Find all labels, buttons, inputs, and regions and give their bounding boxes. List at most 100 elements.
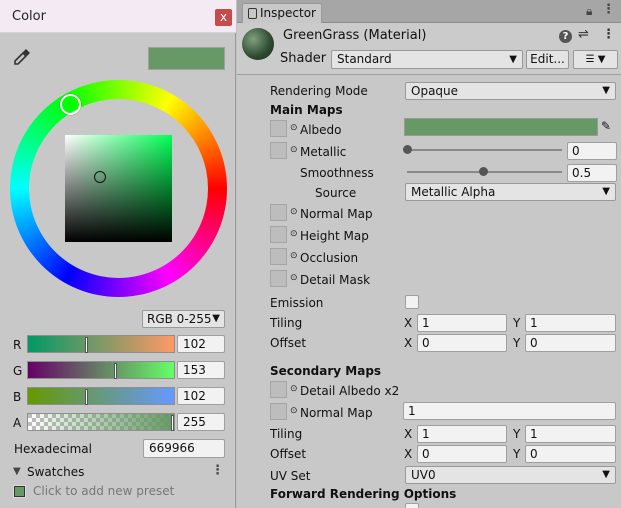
object-picker-icon[interactable]: ⊙ [290, 207, 298, 217]
hue-wheel[interactable] [10, 80, 227, 297]
rendering-mode-dropdown[interactable]: Opaque ▼ [405, 82, 616, 100]
secondary-offset-y-field[interactable]: 0 [525, 445, 616, 463]
object-picker-icon[interactable]: ⊙ [290, 384, 298, 394]
shader-menu-button[interactable]: ☰ ▼ [573, 50, 618, 69]
inspector-window: Inspector 🔒︎ ⋮ GreenGrass (Material) ? ⇌… [237, 0, 621, 508]
albedo-texture-slot[interactable] [270, 120, 287, 137]
channel-b-knob[interactable] [85, 389, 88, 405]
tiling-x-field[interactable]: 1 [417, 314, 507, 332]
object-picker-icon[interactable]: ⊙ [290, 251, 298, 261]
saturation-value-square[interactable] [65, 135, 172, 242]
metallic-slider-thumb[interactable] [403, 145, 412, 154]
menu-dots-icon[interactable]: ⋮ [211, 463, 224, 478]
tiling-label: Tiling [270, 316, 303, 330]
secondary-tiling-y-field[interactable]: 1 [525, 425, 616, 443]
forward-option-checkbox[interactable] [405, 503, 419, 508]
object-picker-icon[interactable]: ⊙ [290, 273, 298, 283]
secondary-normal-texture-slot[interactable] [270, 403, 287, 420]
swatches-label[interactable]: Swatches [27, 465, 84, 479]
channel-g-knob[interactable] [114, 363, 117, 379]
tiling-x-label: X [404, 316, 413, 330]
menu-dots-icon[interactable]: ⋮ [602, 27, 615, 42]
edit-shader-button[interactable]: Edit... [526, 50, 569, 69]
normal-map-texture-slot[interactable] [270, 204, 287, 221]
object-picker-icon[interactable]: ⊙ [290, 123, 298, 133]
inspector-icon [248, 8, 257, 19]
secondary-normal-scale-field[interactable]: 1 [403, 402, 616, 420]
secondary-tiling-x-field[interactable]: 1 [417, 425, 507, 443]
tiling-y-label: Y [513, 316, 521, 330]
metallic-label: Metallic [300, 145, 347, 159]
occlusion-texture-slot[interactable] [270, 248, 287, 265]
secondary-tiling-y-label: Y [513, 427, 521, 441]
help-icon[interactable]: ? [559, 30, 572, 43]
uv-set-label: UV Set [270, 469, 311, 483]
channel-r-knob[interactable] [85, 337, 88, 353]
inspector-tabbar: Inspector 🔒︎ ⋮ [237, 0, 621, 24]
channel-b-label: B [13, 390, 22, 404]
chevron-down-icon: ▼ [602, 186, 610, 197]
tab-inspector[interactable]: Inspector [242, 3, 322, 24]
swatch-preset[interactable] [13, 485, 26, 498]
detail-albedo-texture-slot[interactable] [270, 381, 287, 398]
channel-a-knob[interactable] [171, 415, 174, 431]
hue-handle[interactable] [60, 94, 81, 115]
albedo-color-field[interactable] [404, 118, 598, 136]
smoothness-slider-thumb[interactable] [479, 167, 488, 176]
channel-a-slider[interactable] [27, 413, 175, 431]
smoothness-field[interactable]: 0.5 [567, 164, 617, 182]
close-icon[interactable]: x [215, 9, 232, 26]
menu-dots-icon[interactable]: ⋮ [602, 2, 615, 17]
channel-b-field[interactable]: 102 [177, 387, 225, 405]
tiling-y-field[interactable]: 1 [525, 314, 616, 332]
rendering-mode-value: Opaque [411, 84, 459, 98]
chevron-down-icon: ▼ [602, 85, 610, 96]
metallic-field[interactable]: 0 [567, 142, 617, 160]
source-dropdown[interactable]: Metallic Alpha ▼ [405, 183, 616, 201]
channel-b-slider[interactable] [27, 387, 175, 405]
normal-map-label: Normal Map [300, 207, 373, 221]
chevron-down-icon: ▼ [212, 313, 220, 324]
material-header: GreenGrass (Material) ? ⇌ ⋮ Shader Stand… [237, 23, 621, 75]
secondary-maps-header: Secondary Maps [270, 364, 382, 378]
offset-y-label: Y [513, 336, 521, 350]
object-picker-icon[interactable]: ⊙ [290, 406, 298, 416]
hex-field[interactable]: 669966 [143, 439, 225, 458]
editor-root: Color x RGB 0-255 ▼ R 102 G 153 B 102 A … [0, 0, 621, 508]
swatches-hint[interactable]: Click to add new preset [33, 484, 174, 498]
offset-x-field[interactable]: 0 [417, 334, 507, 352]
saturation-value-handle[interactable] [94, 171, 106, 183]
shader-dropdown[interactable]: Standard ▼ [331, 50, 523, 69]
channel-r-field[interactable]: 102 [177, 335, 225, 353]
offset-y-field[interactable]: 0 [525, 334, 616, 352]
height-map-texture-slot[interactable] [270, 226, 287, 243]
uv-set-dropdown[interactable]: UV0 ▼ [405, 466, 616, 484]
emission-checkbox[interactable] [405, 295, 419, 309]
channel-g-field[interactable]: 153 [177, 361, 225, 379]
eyedropper-icon[interactable]: ✎ [601, 119, 611, 133]
object-picker-icon[interactable]: ⊙ [290, 145, 298, 155]
preset-settings-icon[interactable]: ⇌ [578, 27, 589, 42]
secondary-offset-y-label: Y [513, 447, 521, 461]
color-mode-dropdown[interactable]: RGB 0-255 ▼ [142, 310, 225, 328]
metallic-slider-track[interactable] [407, 149, 562, 151]
secondary-offset-x-field[interactable]: 0 [417, 445, 507, 463]
color-preview-swatch[interactable] [148, 47, 225, 70]
channel-r-slider[interactable] [27, 335, 175, 353]
lock-icon[interactable]: 🔒︎ [586, 4, 592, 19]
channel-a-field[interactable]: 255 [177, 413, 225, 431]
color-picker-window: Color x RGB 0-255 ▼ R 102 G 153 B 102 A … [0, 0, 236, 508]
channel-g-slider[interactable] [27, 361, 175, 379]
metallic-texture-slot[interactable] [270, 142, 287, 159]
eyedropper-icon[interactable] [12, 47, 32, 67]
detail-mask-label: Detail Mask [300, 273, 371, 287]
shader-label: Shader [280, 51, 327, 66]
channel-g-label: G [13, 364, 23, 378]
offset-x-label: X [404, 336, 413, 350]
object-picker-icon[interactable]: ⊙ [290, 229, 298, 239]
secondary-offset-x-label: X [404, 447, 413, 461]
tab-inspector-label: Inspector [260, 6, 316, 20]
color-window-titlebar[interactable]: Color x [0, 0, 236, 33]
foldout-arrow-icon[interactable]: ▼ [13, 466, 21, 477]
detail-mask-texture-slot[interactable] [270, 270, 287, 287]
